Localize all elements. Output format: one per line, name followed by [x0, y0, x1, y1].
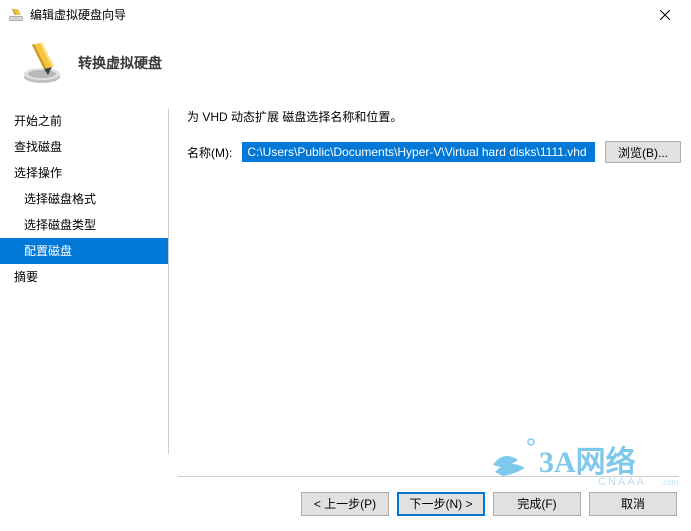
browse-button[interactable]: 浏览(B)... — [605, 141, 681, 163]
close-button[interactable] — [642, 1, 687, 29]
previous-button[interactable]: < 上一步(P) — [301, 492, 389, 516]
wizard-content: 为 VHD 动态扩展 磁盘选择名称和位置。 名称(M): 浏览(B)... — [169, 96, 691, 466]
next-button[interactable]: 下一步(N) > — [397, 492, 485, 516]
app-icon — [8, 7, 24, 23]
wizard-title: 转换虚拟硬盘 — [78, 53, 162, 73]
name-label: 名称(M): — [187, 144, 232, 161]
sidebar-step-summary[interactable]: 摘要 — [0, 264, 168, 290]
finish-button[interactable]: 完成(F) — [493, 492, 581, 516]
wizard-header: 转换虚拟硬盘 — [0, 30, 691, 96]
instruction-text: 为 VHD 动态扩展 磁盘选择名称和位置。 — [187, 108, 681, 125]
sidebar-step-configure-disk[interactable]: 配置磁盘 — [0, 238, 168, 264]
wizard-steps-sidebar: 开始之前 查找磁盘 选择操作 选择磁盘格式 选择磁盘类型 配置磁盘 摘要 — [0, 96, 168, 466]
name-input[interactable] — [242, 142, 595, 162]
window-title: 编辑虚拟硬盘向导 — [30, 6, 642, 23]
titlebar: 编辑虚拟硬盘向导 — [0, 0, 691, 30]
cancel-button[interactable]: 取消 — [589, 492, 677, 516]
sidebar-step-disk-type[interactable]: 选择磁盘类型 — [0, 212, 168, 238]
wizard-footer: < 上一步(P) 下一步(N) > 完成(F) 取消 — [0, 476, 691, 531]
sidebar-step-before-begin[interactable]: 开始之前 — [0, 108, 168, 134]
sidebar-step-choose-action[interactable]: 选择操作 — [0, 160, 168, 186]
sidebar-step-disk-format[interactable]: 选择磁盘格式 — [0, 186, 168, 212]
wizard-icon — [18, 39, 66, 87]
sidebar-step-locate-disk[interactable]: 查找磁盘 — [0, 134, 168, 160]
footer-divider — [178, 476, 679, 477]
wizard-body: 开始之前 查找磁盘 选择操作 选择磁盘格式 选择磁盘类型 配置磁盘 摘要 为 V… — [0, 96, 691, 466]
name-field-row: 名称(M): 浏览(B)... — [187, 141, 681, 163]
